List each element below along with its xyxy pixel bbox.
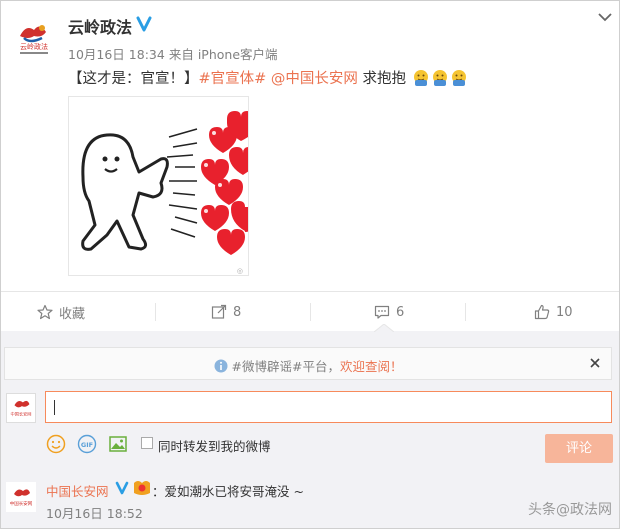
post-image[interactable]: ◎ [68,96,249,276]
account-avatar[interactable]: 云岭政法 [12,16,56,60]
post-source[interactable]: iPhone客户端 [198,47,278,62]
svg-text:◎: ◎ [237,267,243,275]
chevron-down-icon[interactable] [598,12,612,22]
comment-count: 6 [396,304,405,320]
repost-button[interactable]: 8 [211,292,241,332]
repost-count: 8 [233,304,242,320]
notice-link[interactable]: #微博辟谣#平台， [232,359,340,374]
emoji-icon[interactable] [46,434,66,454]
submit-comment-button[interactable]: 评论 [545,434,613,463]
star-icon [37,304,53,320]
my-avatar-label: 中国长安网 [11,410,32,417]
post-username[interactable]: 云岭政法 [68,14,132,38]
verified-icon [115,481,129,495]
source-prefix: 来自 [168,47,194,62]
avatar-label: 云岭政法 [20,42,48,51]
hug-emoji-icon [451,70,466,86]
content-bracket: 【这才是：官宣！】 [68,71,199,87]
image-icon[interactable] [108,434,128,454]
info-icon [214,359,228,373]
watermark: 头条@政法网 [528,502,612,518]
comment-text: ：爱如潮水已将安哥淹没 ~ [152,484,304,499]
like-button[interactable]: 10 [534,292,573,332]
notice-text: #微博辟谣#平台，欢迎查阅！ [5,356,611,375]
comment-input[interactable] [45,391,612,423]
repost-icon [211,304,227,319]
favorite-label: 收藏 [59,306,86,322]
verified-icon [136,16,152,32]
comment-time: 10月16日 18:52 [46,506,143,521]
forward-checkbox[interactable] [141,437,153,449]
mention-link[interactable]: @中国长安网 [271,71,358,87]
forward-label[interactable]: 同时转发到我的微博 [158,436,271,455]
action-bar: 收藏 8 6 10 [1,291,619,331]
hug-emoji-icon [432,70,447,86]
post-content: 【这才是：官宣！】#官宣体# @中国长安网 求抱抱 [68,67,468,88]
commenter-name[interactable]: 中国长安网 [46,481,109,500]
commenter-avatar-label: 中国长安网 [10,500,33,507]
thumbs-up-icon [534,304,550,320]
hug-emoji-icon [413,70,428,86]
svg-text:GIF: GIF [81,441,93,449]
content-tail: 求抱抱 [357,71,407,87]
my-avatar[interactable]: 中国长安网 [6,393,36,423]
divider [155,303,156,321]
text-cursor [54,400,55,415]
member-badge-icon [134,481,150,495]
comment-icon [374,305,390,319]
rumor-notice-banner: #微博辟谣#平台，欢迎查阅！ [4,347,612,380]
commenter-avatar[interactable]: 中国长安网 [6,482,36,512]
notice-highlight[interactable]: 欢迎查阅！ [340,359,403,374]
caret-pointer [374,324,394,332]
divider [465,303,466,321]
post-date[interactable]: 10月16日 18:34 [68,47,165,62]
like-count: 10 [556,304,573,320]
favorite-button[interactable]: 收藏 [37,292,85,332]
close-icon[interactable] [588,356,602,370]
meme-illustration: ◎ [69,97,248,275]
post-meta: 10月16日 18:34 来自 iPhone客户端 [68,44,282,63]
gif-icon[interactable]: GIF [77,434,97,454]
hashtag-link[interactable]: #官宣体# [199,71,267,87]
divider [310,303,311,321]
